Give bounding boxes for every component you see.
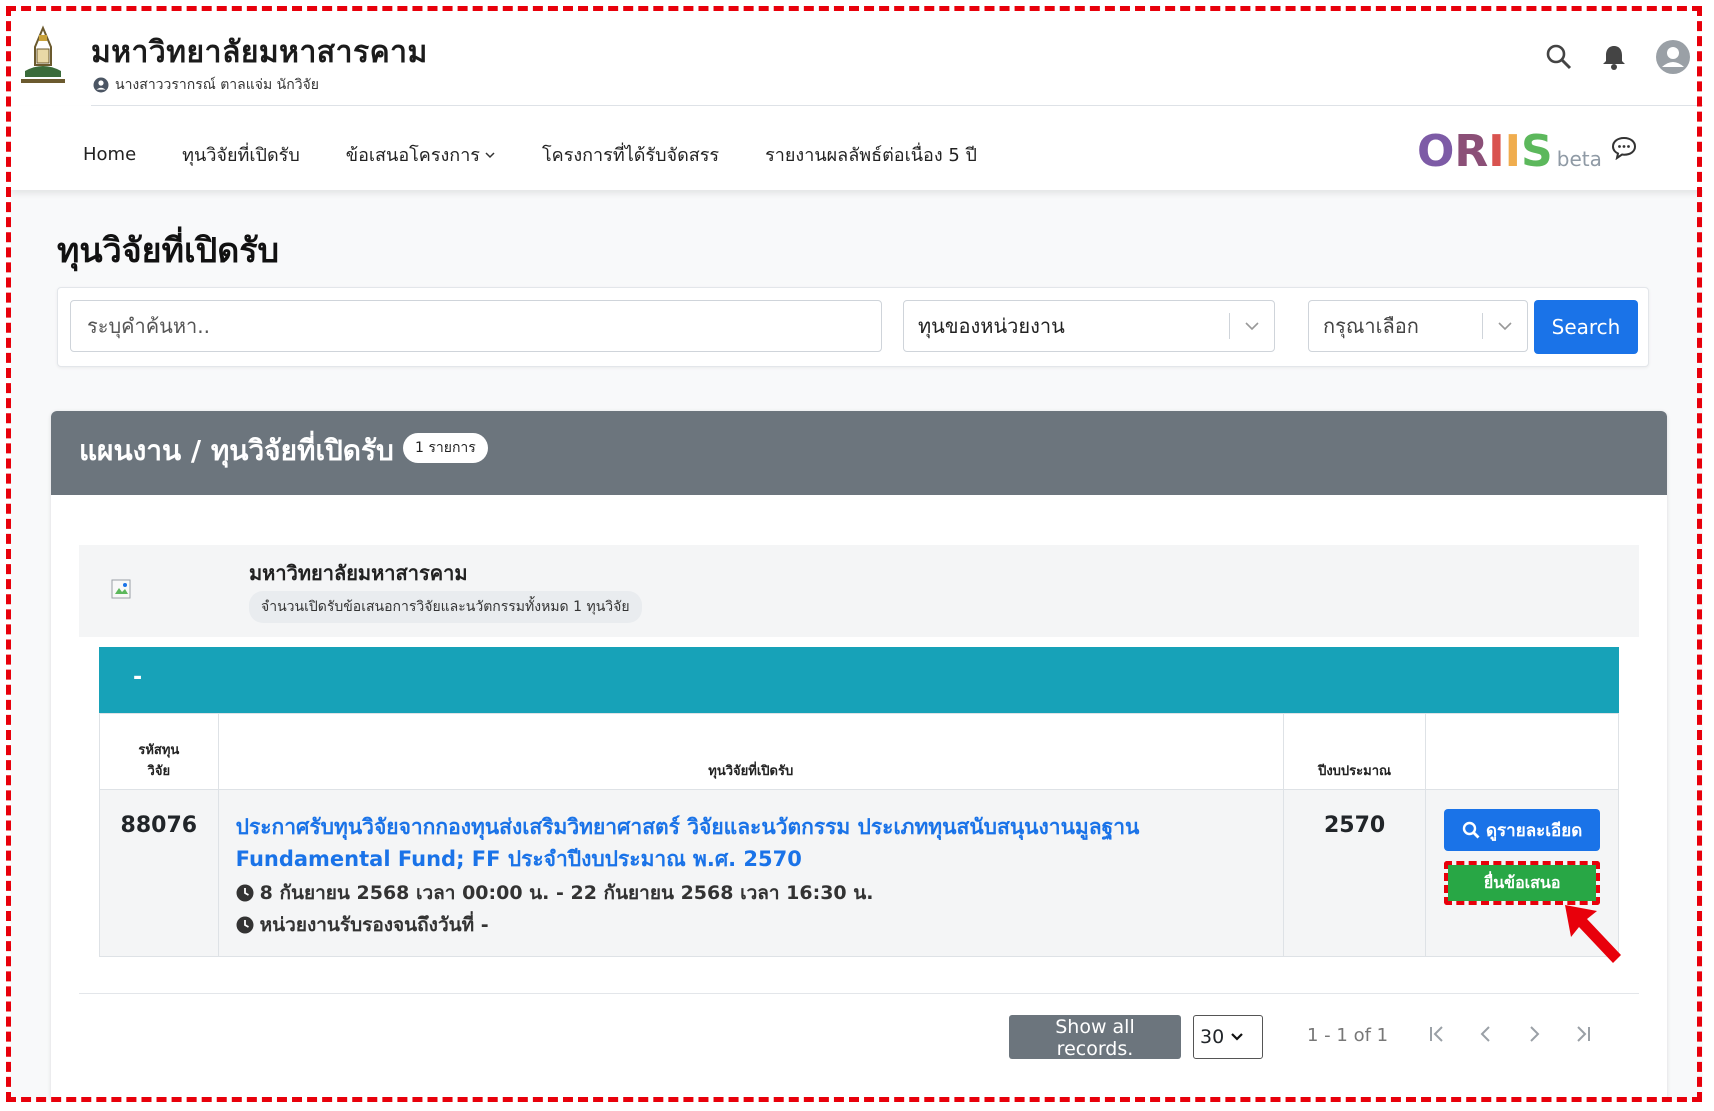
nav-item-funded-projects[interactable]: โครงการที่ได้รับจัดสรร	[542, 140, 719, 169]
oriis-beta: beta	[1556, 147, 1602, 171]
view-details-button[interactable]: ดูรายละเอียด	[1444, 809, 1601, 851]
grant-period: 8 กันยายน 2568 เวลา 00:00 น. - 22 กันยาย…	[236, 879, 1266, 907]
chevron-down-icon	[485, 151, 495, 158]
show-all-records-button[interactable]: Show all records.	[1009, 1015, 1181, 1060]
last-page-icon[interactable]	[1571, 1023, 1593, 1045]
fiscal-year: 2570	[1323, 813, 1386, 838]
panel-header: แผนงาน / ทุนวิจัยที่เปิดรับ 1 รายการ	[51, 411, 1667, 495]
nav-item-open-grants[interactable]: ทุนวิจัยที่เปิดรับ	[182, 140, 300, 169]
search-icon	[1462, 821, 1480, 839]
account-avatar-icon[interactable]	[1655, 39, 1691, 75]
oriis-letter-s: S	[1521, 126, 1553, 177]
pagination: Show all records. 30 1 - 1 of 1	[51, 1013, 1667, 1060]
search-input[interactable]	[70, 300, 882, 352]
header-grant-code-line2: วิจัย	[147, 764, 171, 779]
header-icons	[1545, 39, 1691, 75]
user-name: นางสาววรากรณ์ ตาลแจ่ม นักวิจัย	[115, 77, 319, 93]
submit-proposal-button[interactable]: ยื่นข้อเสนอ	[1448, 865, 1597, 901]
grant-code-cell: 88076	[99, 789, 219, 957]
page-nav	[1427, 1023, 1593, 1045]
grant-info-cell: ประกาศรับทุนวิจัยจากกองทุนส่งเสริมวิทยาศ…	[217, 789, 1284, 957]
nav-item-5-year-report[interactable]: รายงานผลลัพธ์ต่อเนื่อง 5 ปี	[765, 140, 977, 169]
table-header-row: รหัสทุน วิจัย ทุนวิจัยที่เปิดรับ ปีงบประ…	[99, 713, 1619, 790]
search-icon[interactable]	[1545, 43, 1573, 71]
pager-divider	[79, 993, 1639, 994]
chevron-down-icon	[1231, 1033, 1243, 1041]
next-page-icon[interactable]	[1523, 1023, 1545, 1045]
red-arrow-annotation	[1565, 905, 1621, 963]
grant-certify: หน่วยงานรับรองจนถึงวันที่ -	[236, 911, 1266, 939]
chat-icon[interactable]	[1611, 136, 1637, 160]
oriis-letter-i2: I	[1504, 126, 1522, 177]
grant-period-text: 8 กันยายน 2568 เวลา 00:00 น. - 22 กันยาย…	[259, 882, 874, 904]
university-name: มหาวิทยาลัยมหาสารคาม	[91, 35, 428, 70]
nav-item-proposals-label: ข้อเสนอโครงการ	[345, 145, 480, 166]
clock-icon	[236, 884, 254, 902]
page-range: 1 - 1 of 1	[1307, 1025, 1389, 1046]
chevron-down-icon	[1483, 321, 1527, 331]
group-label: -	[133, 665, 143, 690]
organization-summary: จำนวนเปิดรับข้อเสนอการวิจัยและนวัตกรรมทั…	[249, 591, 642, 623]
nav-item-proposals[interactable]: ข้อเสนอโครงการ	[346, 140, 496, 169]
page: มหาวิทยาลัยมหาสารคาม นางสาววรากรณ์ ตาลแจ…	[11, 11, 1703, 1100]
prev-page-icon[interactable]	[1475, 1023, 1497, 1045]
search-button[interactable]: Search	[1534, 300, 1638, 354]
fiscal-year-cell: 2570	[1282, 789, 1427, 957]
header-grant-code: รหัสทุน วิจัย	[99, 713, 219, 790]
main-nav: Home ทุนวิจัยที่เปิดรับ ข้อเสนอโครงการ โ…	[11, 106, 1703, 190]
oriis-letter-r: R	[1454, 126, 1489, 177]
grant-title-link[interactable]: ประกาศรับทุนวิจัยจากกองทุนส่งเสริมวิทยาศ…	[236, 811, 1266, 875]
category-select[interactable]: กรุณาเลือก	[1308, 300, 1528, 352]
nav-items: Home ทุนวิจัยที่เปิดรับ ข้อเสนอโครงการ โ…	[83, 140, 977, 169]
organization-name: มหาวิทยาลัยมหาสารคาม	[249, 561, 468, 585]
top-bar: มหาวิทยาลัยมหาสารคาม นางสาววรากรณ์ ตาลแจ…	[11, 11, 1703, 106]
broken-image-icon	[111, 579, 131, 599]
grant-certify-text: หน่วยงานรับรองจนถึงวันที่ -	[259, 914, 489, 936]
per-page-value: 30	[1200, 1026, 1225, 1048]
view-details-label: ดูรายละเอียด	[1486, 820, 1583, 841]
oriis-letter-o: O	[1417, 126, 1455, 177]
user-circle-icon	[93, 77, 109, 93]
header-grant-name: ทุนวิจัยที่เปิดรับ	[217, 713, 1284, 790]
grant-code: 88076	[120, 813, 198, 838]
page-title: ทุนวิจัยที่เปิดรับ	[57, 231, 280, 271]
organization-header: มหาวิทยาลัยมหาสารคาม จำนวนเปิดรับข้อเสนอ…	[79, 545, 1639, 637]
group-header: -	[99, 647, 1619, 713]
per-page-select[interactable]: 30	[1193, 1015, 1263, 1059]
oriis-logo: O R I I S beta	[1417, 126, 1602, 177]
grants-table: รหัสทุน วิจัย ทุนวิจัยที่เปิดรับ ปีงบประ…	[99, 713, 1619, 957]
agency-select-value: ทุนของหน่วยงาน	[918, 314, 1065, 338]
user-info: นางสาววรากรณ์ ตาลแจ่ม นักวิจัย	[93, 74, 319, 96]
table-row: 88076 ประกาศรับทุนวิจัยจากกองทุนส่งเสริม…	[99, 789, 1619, 957]
university-logo	[21, 25, 65, 83]
clock-icon	[236, 916, 254, 934]
bell-icon[interactable]	[1601, 43, 1627, 71]
nav-item-home[interactable]: Home	[83, 140, 136, 169]
oriis-letter-i1: I	[1488, 126, 1505, 177]
first-page-icon[interactable]	[1427, 1023, 1449, 1045]
header-actions	[1425, 713, 1619, 790]
panel-title: แผนงาน / ทุนวิจัยที่เปิดรับ	[79, 434, 394, 467]
count-badge: 1 รายการ	[403, 433, 488, 463]
category-select-value: กรุณาเลือก	[1323, 314, 1419, 338]
chevron-down-icon	[1230, 321, 1274, 331]
grants-panel: แผนงาน / ทุนวิจัยที่เปิดรับ 1 รายการ มหา…	[51, 411, 1667, 1100]
search-card: ทุนของหน่วยงาน กรุณาเลือก Search	[57, 287, 1649, 367]
agency-select[interactable]: ทุนของหน่วยงาน	[903, 300, 1275, 352]
header-fiscal-year: ปีงบประมาณ	[1282, 713, 1427, 790]
header-grant-code-line1: รหัสทุน	[138, 743, 180, 758]
